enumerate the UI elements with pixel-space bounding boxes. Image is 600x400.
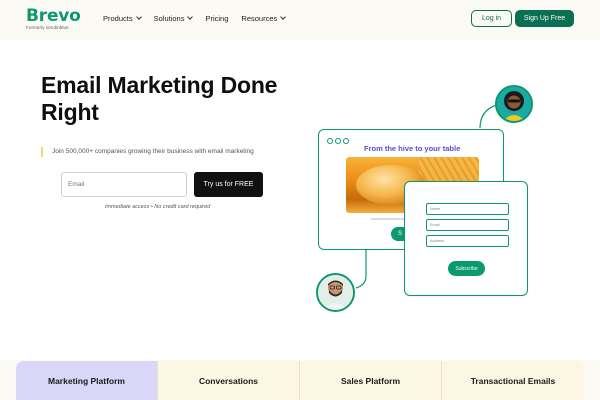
- window-dots: [327, 138, 351, 144]
- form-address-field: Address: [426, 235, 509, 247]
- person-avatar-icon: [497, 87, 531, 121]
- signup-form-card: Name Email Address Subscribe: [404, 181, 528, 296]
- subscribe-button: Subscribe: [448, 261, 485, 276]
- email-preview-title: From the hive to your table: [364, 144, 461, 153]
- tab-conversations[interactable]: Conversations: [158, 361, 300, 400]
- window-dot-icon: [335, 138, 341, 144]
- tab-marketing-platform[interactable]: Marketing Platform: [16, 361, 158, 400]
- avatar-man: [316, 273, 355, 312]
- avatar-woman: [495, 85, 533, 123]
- form-email-field: Email: [426, 219, 509, 231]
- window-dot-icon: [343, 138, 349, 144]
- tab-sales-platform[interactable]: Sales Platform: [300, 361, 442, 400]
- person-avatar-icon: [318, 275, 353, 310]
- tab-transactional-emails[interactable]: Transactional Emails: [442, 361, 584, 400]
- text-placeholder-line: [371, 218, 407, 220]
- form-name-field: Name: [426, 203, 509, 215]
- product-tabs: Marketing Platform Conversations Sales P…: [16, 361, 584, 400]
- window-dot-icon: [327, 138, 333, 144]
